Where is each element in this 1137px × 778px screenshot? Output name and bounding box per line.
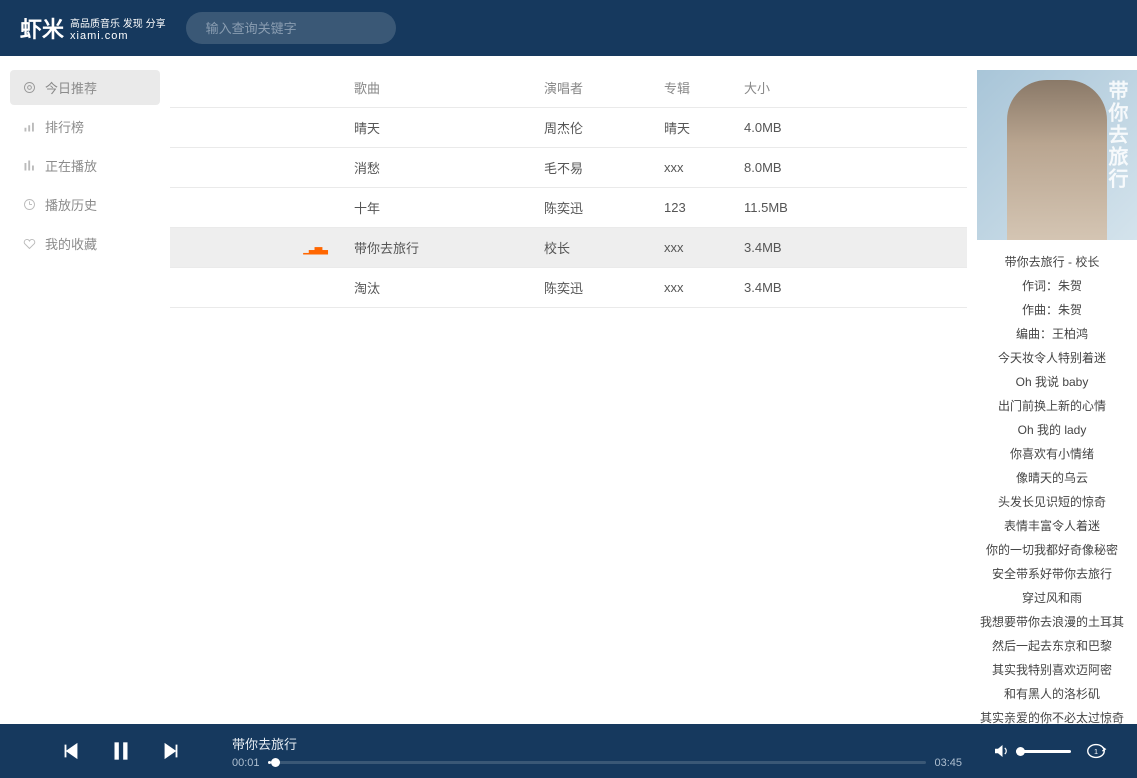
table-row[interactable]: 淘汰陈奕迅xxx3.4MB xyxy=(170,268,967,308)
lyrics-container: 带你去旅行 - 校长作词：朱贺作曲：朱贺编曲：王柏鸿今天妆令人特别着迷Oh 我说… xyxy=(977,250,1127,724)
col-artist: 演唱者 xyxy=(530,68,650,108)
header: 虾米 高品质音乐 发现 分享 xiami.com xyxy=(0,0,1137,56)
cell-size: 11.5MB xyxy=(730,188,967,228)
player-title: 带你去旅行 xyxy=(232,734,962,753)
lyric-line: 出门前换上新的心情 xyxy=(977,394,1127,418)
sidebar-item-label: 排行榜 xyxy=(45,117,84,136)
sidebar-item-charts[interactable]: 排行榜 xyxy=(10,109,160,144)
cell-song: 晴天 xyxy=(340,108,530,148)
lyric-line: 像晴天的乌云 xyxy=(977,466,1127,490)
row-indicator xyxy=(170,188,340,228)
sidebar-item-label: 正在播放 xyxy=(45,156,97,175)
target-icon xyxy=(22,80,37,95)
row-indicator xyxy=(170,268,340,308)
cell-artist: 周杰伦 xyxy=(530,108,650,148)
lyric-line: 你的一切我都好奇像秘密 xyxy=(977,538,1127,562)
col-song: 歌曲 xyxy=(340,68,530,108)
table-row[interactable]: ▁▃▅▃ 带你去旅行校长xxx3.4MB xyxy=(170,228,967,268)
lyric-line: 然后一起去东京和巴黎 xyxy=(977,634,1127,658)
album-art: 带你去旅行 xyxy=(977,70,1137,240)
col-size: 大小 xyxy=(730,68,967,108)
clock-icon xyxy=(22,197,37,212)
volume-icon xyxy=(992,742,1010,760)
lyric-line: 我想要带你去浪漫的土耳其 xyxy=(977,610,1127,634)
volume-control[interactable] xyxy=(992,742,1071,760)
cell-song: 消愁 xyxy=(340,148,530,188)
cell-album: xxx xyxy=(650,148,730,188)
cell-size: 3.4MB xyxy=(730,228,967,268)
prev-button[interactable] xyxy=(60,740,82,762)
cell-album: xxx xyxy=(650,228,730,268)
svg-text:1: 1 xyxy=(1094,747,1098,756)
cell-size: 8.0MB xyxy=(730,148,967,188)
cell-artist: 陈奕迅 xyxy=(530,188,650,228)
loop-button[interactable]: 1 xyxy=(1085,740,1107,762)
lyric-line: 其实我特别喜欢迈阿密 xyxy=(977,658,1127,682)
playing-icon: ▁▃▅▃ xyxy=(303,244,326,255)
lyric-line: 表情丰富令人着迷 xyxy=(977,514,1127,538)
sidebar-item-nowplaying[interactable]: 正在播放 xyxy=(10,148,160,183)
logo-text: 虾米 xyxy=(20,12,64,44)
heart-icon xyxy=(22,236,37,251)
logo-domain: xiami.com xyxy=(70,30,166,42)
table-row[interactable]: 消愁毛不易xxx8.0MB xyxy=(170,148,967,188)
search-input[interactable] xyxy=(206,21,382,36)
cell-song: 十年 xyxy=(340,188,530,228)
lyric-line: 今天妆令人特别着迷 xyxy=(977,346,1127,370)
lyric-line: 其实亲爱的你不必太过惊奇 xyxy=(977,706,1127,724)
lyric-line: 作词：朱贺 xyxy=(977,274,1127,298)
lyric-line: 编曲：王柏鸿 xyxy=(977,322,1127,346)
lyric-line: 你喜欢有小情绪 xyxy=(977,442,1127,466)
logo-tagline: 高品质音乐 发现 分享 xyxy=(70,15,166,30)
main-panel: 歌曲 演唱者 专辑 大小 晴天周杰伦晴天4.0MB消愁毛不易xxx8.0MB十年… xyxy=(170,56,967,724)
lyric-line: 安全带系好带你去旅行 xyxy=(977,562,1127,586)
current-time: 00:01 xyxy=(232,757,260,769)
progress-bar[interactable] xyxy=(268,761,927,764)
logo[interactable]: 虾米 高品质音乐 发现 分享 xiami.com xyxy=(20,12,166,44)
sidebar-item-label: 我的收藏 xyxy=(45,234,97,253)
sidebar: 今日推荐 排行榜 正在播放 播放历史 我的收藏 xyxy=(0,56,170,724)
album-art-text: 带你去旅行 xyxy=(1102,80,1131,190)
signal-icon xyxy=(22,119,37,134)
row-indicator: ▁▃▅▃ xyxy=(170,228,340,268)
songs-table: 歌曲 演唱者 专辑 大小 晴天周杰伦晴天4.0MB消愁毛不易xxx8.0MB十年… xyxy=(170,68,967,308)
row-indicator xyxy=(170,108,340,148)
table-row[interactable]: 晴天周杰伦晴天4.0MB xyxy=(170,108,967,148)
col-album: 专辑 xyxy=(650,68,730,108)
table-row[interactable]: 十年陈奕迅12311.5MB xyxy=(170,188,967,228)
cell-artist: 陈奕迅 xyxy=(530,268,650,308)
cell-artist: 校长 xyxy=(530,228,650,268)
lyric-line: 穿过风和雨 xyxy=(977,586,1127,610)
cell-size: 4.0MB xyxy=(730,108,967,148)
lyric-line: Oh 我说 baby xyxy=(977,370,1127,394)
lyric-line: 带你去旅行 - 校长 xyxy=(977,250,1127,274)
cell-song: 淘汰 xyxy=(340,268,530,308)
col-index xyxy=(170,68,340,108)
sidebar-item-label: 今日推荐 xyxy=(45,78,97,97)
cell-album: xxx xyxy=(650,268,730,308)
sidebar-item-today[interactable]: 今日推荐 xyxy=(10,70,160,105)
next-button[interactable] xyxy=(160,740,182,762)
row-indicator xyxy=(170,148,340,188)
search-box[interactable] xyxy=(186,12,396,44)
lyric-line: 和有黑人的洛杉矶 xyxy=(977,682,1127,706)
sidebar-item-label: 播放历史 xyxy=(45,195,97,214)
sidebar-item-favorites[interactable]: 我的收藏 xyxy=(10,226,160,261)
cell-artist: 毛不易 xyxy=(530,148,650,188)
lyrics-panel: 带你去旅行 带你去旅行 - 校长作词：朱贺作曲：朱贺编曲：王柏鸿今天妆令人特别着… xyxy=(967,56,1137,724)
total-time: 03:45 xyxy=(934,757,962,769)
lyric-line: 作曲：朱贺 xyxy=(977,298,1127,322)
cell-size: 3.4MB xyxy=(730,268,967,308)
cell-album: 123 xyxy=(650,188,730,228)
cell-song: 带你去旅行 xyxy=(340,228,530,268)
pause-button[interactable] xyxy=(108,738,134,764)
bars-icon xyxy=(22,158,37,173)
lyric-line: 头发长见识短的惊奇 xyxy=(977,490,1127,514)
cell-album: 晴天 xyxy=(650,108,730,148)
lyric-line: Oh 我的 lady xyxy=(977,418,1127,442)
player-bar: 带你去旅行 00:01 03:45 1 xyxy=(0,724,1137,778)
sidebar-item-history[interactable]: 播放历史 xyxy=(10,187,160,222)
